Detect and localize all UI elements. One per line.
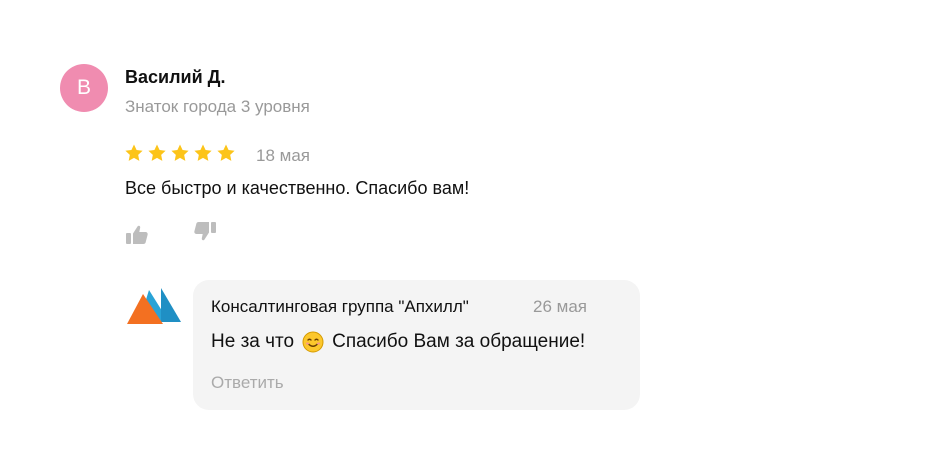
dislike-button[interactable] bbox=[192, 218, 218, 244]
reply-bubble: Консалтинговая группа "Апхилл" 26 мая Не… bbox=[193, 280, 640, 410]
star-icon bbox=[125, 144, 143, 161]
reply-text-part2: Спасибо Вам за обращение! bbox=[332, 331, 586, 352]
star-icon bbox=[194, 144, 212, 161]
reply-answer-button[interactable]: Ответить bbox=[211, 373, 284, 393]
reply-text: Не за что Спасибо Вам за обращение! bbox=[211, 331, 585, 353]
avatar[interactable]: В bbox=[60, 64, 108, 112]
smiling-face-emoji-icon bbox=[302, 331, 324, 353]
author-name[interactable]: Василий Д. bbox=[125, 67, 225, 88]
star-icon bbox=[171, 144, 189, 161]
star-icon bbox=[217, 144, 235, 161]
review-text: Все быстро и качественно. Спасибо вам! bbox=[125, 178, 470, 198]
thumbs-up-icon bbox=[126, 225, 148, 244]
reply-date: 26 мая bbox=[533, 297, 587, 316]
like-button[interactable] bbox=[124, 222, 150, 248]
reply-text-part1: Не за что bbox=[211, 331, 295, 352]
reply-org-name[interactable]: Консалтинговая группа "Апхилл" bbox=[211, 297, 469, 317]
author-level: Знаток города 3 уровня bbox=[125, 97, 310, 116]
star-icon bbox=[148, 144, 166, 161]
rating-stars bbox=[124, 143, 236, 163]
company-logo-icon bbox=[127, 288, 183, 326]
thumbs-down-icon bbox=[194, 222, 216, 241]
review-date: 18 мая bbox=[256, 146, 310, 165]
